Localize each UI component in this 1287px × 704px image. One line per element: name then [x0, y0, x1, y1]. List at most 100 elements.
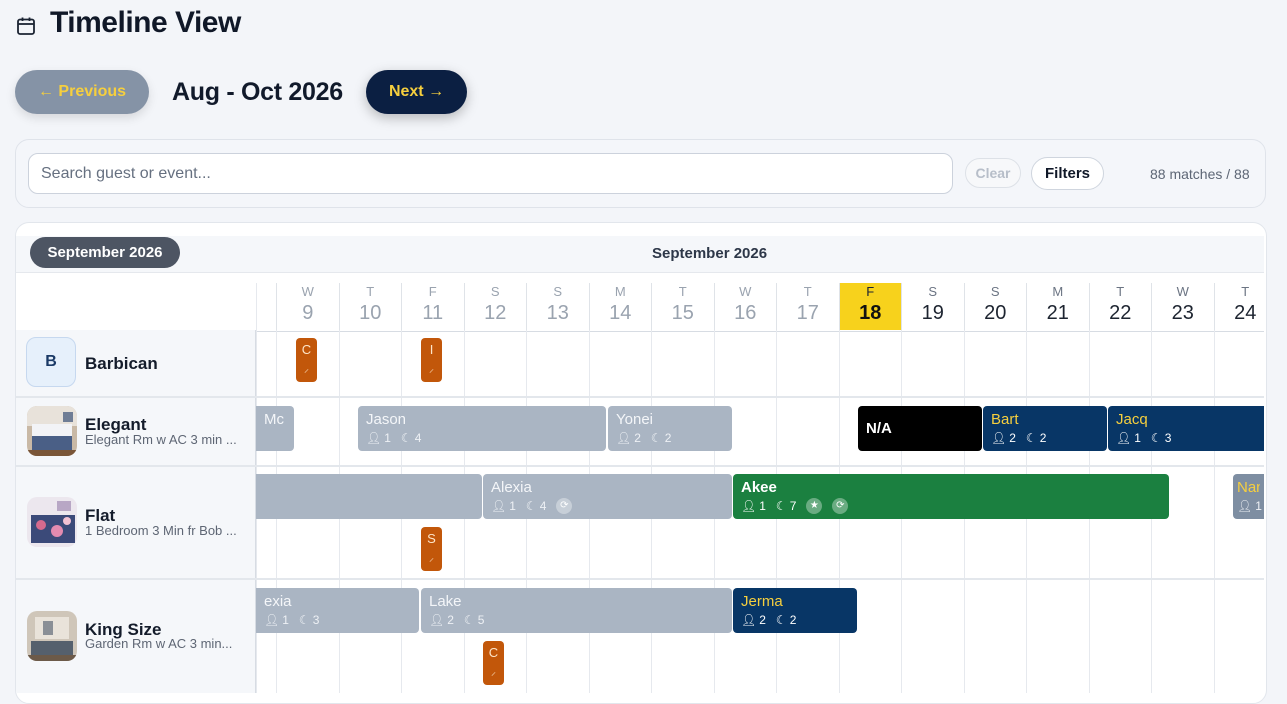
booking-bar[interactable]: Nan 👤︎1 [1233, 474, 1264, 519]
room-thumbnail-elegant[interactable] [27, 406, 77, 456]
room-initial: B [45, 353, 57, 370]
day-number: 11 [422, 302, 444, 324]
moon-icon: ☾ [775, 499, 787, 513]
day-of-week: T [1241, 284, 1250, 299]
booking-bar[interactable]: Lake 👤︎ 2 ☾ 5 [421, 588, 732, 633]
day-header[interactable]: T 22 [1088, 283, 1152, 330]
cleaning-event[interactable]: C ⸝ [483, 641, 504, 685]
day-header[interactable]: W 16 [713, 283, 777, 330]
guest-count: 1 [1255, 499, 1262, 513]
cleaning-event[interactable]: I ⸝ [421, 338, 442, 382]
day-header[interactable]: T 10 [338, 283, 402, 330]
page-title: Timeline View [50, 6, 241, 39]
day-number: 13 [546, 302, 569, 324]
night-count: 2 [664, 431, 672, 445]
day-number: 18 [859, 302, 882, 324]
room-name-barbican[interactable]: Barbican [85, 354, 158, 374]
timeline-header-band [16, 236, 1264, 272]
blocked-bar[interactable]: N/A [858, 406, 982, 451]
day-number: 19 [921, 302, 944, 324]
search-input[interactable] [28, 153, 953, 194]
day-header[interactable]: T 17 [776, 283, 839, 330]
moon-icon: ☾ [525, 499, 537, 513]
cleaning-event[interactable]: S ⸝ [421, 527, 442, 571]
booking-name: Nan [1237, 479, 1260, 496]
booking-bar[interactable]: Jason 👤︎ 1 ☾ 4 [358, 406, 606, 451]
day-of-week: M [1052, 284, 1064, 299]
day-header[interactable]: F 18 [838, 283, 901, 330]
guest-count: 2 [634, 431, 641, 445]
day-header[interactable]: W9 [276, 283, 339, 330]
day-header[interactable]: W 23 [1151, 283, 1214, 330]
broom-icon: ⸝ [304, 364, 309, 375]
booking-name: Mc [264, 411, 284, 428]
day-header[interactable]: M 21 [1026, 283, 1089, 330]
day-header[interactable]: S 12 [463, 283, 527, 330]
day-header[interactable]: S 13 [526, 283, 589, 330]
day-header[interactable]: F 11 [401, 283, 464, 330]
day-number: 12 [484, 302, 507, 324]
filters-button[interactable]: Filters [1031, 157, 1104, 190]
room-subtitle-flat: 1 Bedroom 3 Min fr Bob ... [85, 523, 237, 538]
day-header[interactable]: M 14 [588, 283, 652, 330]
room-avatar-barbican[interactable]: B [26, 337, 76, 387]
guest-icon: 👤︎ [741, 499, 757, 513]
night-count: 3 [312, 613, 320, 627]
booking-bar[interactable] [256, 474, 482, 519]
day-of-week: S [928, 284, 938, 299]
next-button[interactable]: Next → [366, 70, 467, 114]
previous-button[interactable]: ← Previous [15, 70, 149, 114]
guest-count: 1 [759, 499, 766, 513]
booking-name: C [301, 342, 312, 357]
booking-name: C [488, 645, 499, 660]
moon-icon: ☾ [650, 431, 662, 445]
day-of-week: M [614, 284, 626, 299]
day-number: 17 [796, 302, 819, 324]
booking-bar[interactable]: Bart 👤︎ 2 ☾ 2 [983, 406, 1107, 451]
day-number: 21 [1046, 302, 1069, 324]
night-count: 2 [1039, 431, 1047, 445]
grid-line [1213, 330, 1215, 693]
night-count: 4 [539, 499, 547, 513]
booking-name: Lake [429, 593, 462, 610]
booking-bar[interactable]: Jacq 👤︎ 1 ☾ 3 [1108, 406, 1264, 451]
repeat-icon: ⟳ [556, 498, 573, 514]
day-header[interactable]: S 20 [963, 283, 1027, 330]
booking-bar[interactable]: exia 👤︎ 1 ☾ 3 [256, 588, 419, 633]
booking-bar[interactable]: Akee 👤︎ 1 ☾ 7 ★ ⟳ [733, 474, 1169, 519]
day-header[interactable]: T 24 [1213, 283, 1277, 330]
guest-count: 2 [759, 613, 766, 627]
room-thumbnail-king-size[interactable] [27, 611, 77, 661]
room-subtitle-king-size: Garden Rm w AC 3 min... [85, 636, 233, 651]
night-count: 3 [1164, 431, 1172, 445]
clear-button[interactable]: Clear [965, 158, 1021, 188]
day-number: 16 [734, 302, 757, 324]
booking-bar[interactable]: Jerma 👤︎ 2 ☾ 2 [733, 588, 857, 633]
row-divider [16, 578, 1264, 580]
booking-bar[interactable]: Alexia 👤︎ 1 ☾ 4 ⟳ [483, 474, 732, 519]
day-of-week: T [1116, 284, 1125, 299]
month-heading: September 2026 [652, 245, 768, 262]
repeat-icon: ⟳ [832, 498, 849, 514]
month-pill[interactable]: September 2026 [30, 237, 180, 268]
cleaning-event[interactable]: C ⸝ [296, 338, 317, 382]
moon-icon: ☾ [1025, 431, 1037, 445]
booking-bar[interactable]: Yonei 👤︎ 2 ☾ 2 [608, 406, 732, 451]
match-count: 88 matches / 88 [1150, 166, 1250, 182]
day-header[interactable]: T 15 [651, 283, 714, 330]
night-count: 7 [789, 499, 797, 513]
room-thumbnail-flat[interactable] [27, 497, 77, 547]
day-of-week: S [490, 284, 500, 299]
day-of-week: T [803, 284, 812, 299]
row-divider [16, 396, 1264, 398]
night-count: 2 [789, 613, 797, 627]
day-number: 15 [671, 302, 694, 324]
night-count: 4 [414, 431, 422, 445]
booking-bar[interactable]: Mc [256, 406, 294, 451]
star-icon: ★ [806, 498, 823, 514]
day-header[interactable]: S 19 [901, 283, 964, 330]
guest-icon: 👤︎ [741, 613, 757, 627]
day-of-week: W [739, 284, 752, 299]
moon-icon: ☾ [400, 431, 412, 445]
day-of-week: T [678, 284, 687, 299]
